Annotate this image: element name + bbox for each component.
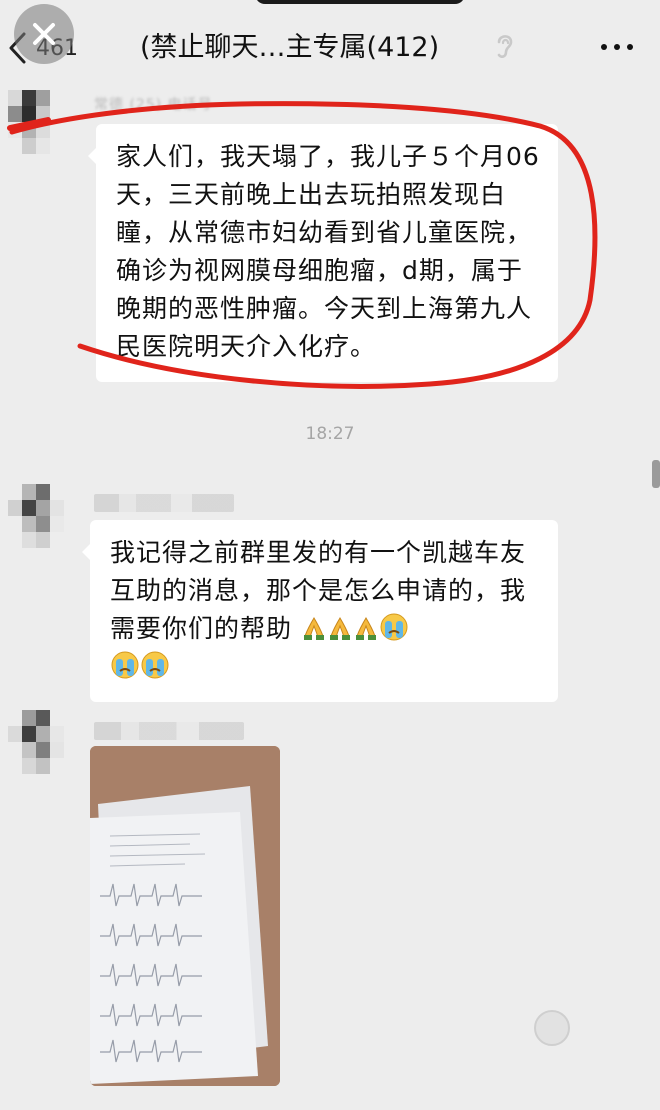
pray-emoji bbox=[355, 617, 376, 640]
message-bubble[interactable]: 我记得之前群里发的有一个凯越车友互助的消息，那个是怎么申请的，我需要你们的帮助 bbox=[82, 520, 558, 702]
chat-title[interactable]: (禁止聊天…主专属(412) bbox=[140, 28, 520, 68]
crying-emoji bbox=[141, 651, 169, 679]
close-icon bbox=[33, 23, 55, 45]
pray-emoji bbox=[303, 617, 324, 640]
floating-assist-button[interactable] bbox=[534, 1010, 570, 1046]
avatar[interactable] bbox=[8, 90, 64, 154]
scrollbar-thumb[interactable] bbox=[652, 460, 660, 488]
message-timestamp: 18:27 bbox=[305, 424, 355, 444]
avatar[interactable] bbox=[8, 484, 64, 548]
sender-name-blurred bbox=[94, 722, 244, 740]
avatar[interactable] bbox=[8, 710, 64, 774]
status-notch bbox=[255, 0, 465, 4]
sender-name-blurred bbox=[94, 494, 234, 512]
more-button[interactable] bbox=[592, 32, 642, 62]
more-icon bbox=[601, 44, 607, 50]
chat-header: 461 (禁止聊天…主专属(412) bbox=[0, 0, 660, 92]
message-bubble[interactable]: 家人们，我天塌了，我儿子５个月06天，三天前晚上出去玩拍照发现白瞳，从常德市妇幼… bbox=[88, 124, 558, 382]
image-message[interactable] bbox=[90, 746, 280, 1086]
message-text: 家人们，我天塌了，我儿子５个月06天，三天前晚上出去玩拍照发现白瞳，从常德市妇幼… bbox=[116, 142, 540, 361]
close-button[interactable] bbox=[14, 4, 74, 64]
crying-emoji bbox=[111, 651, 139, 679]
pray-emoji bbox=[329, 617, 350, 640]
sender-name: 常德 (25) 电话号 bbox=[94, 97, 213, 113]
crying-emoji bbox=[380, 613, 408, 641]
ecg-report-photo bbox=[90, 746, 280, 1086]
ear-icon[interactable] bbox=[493, 30, 517, 62]
